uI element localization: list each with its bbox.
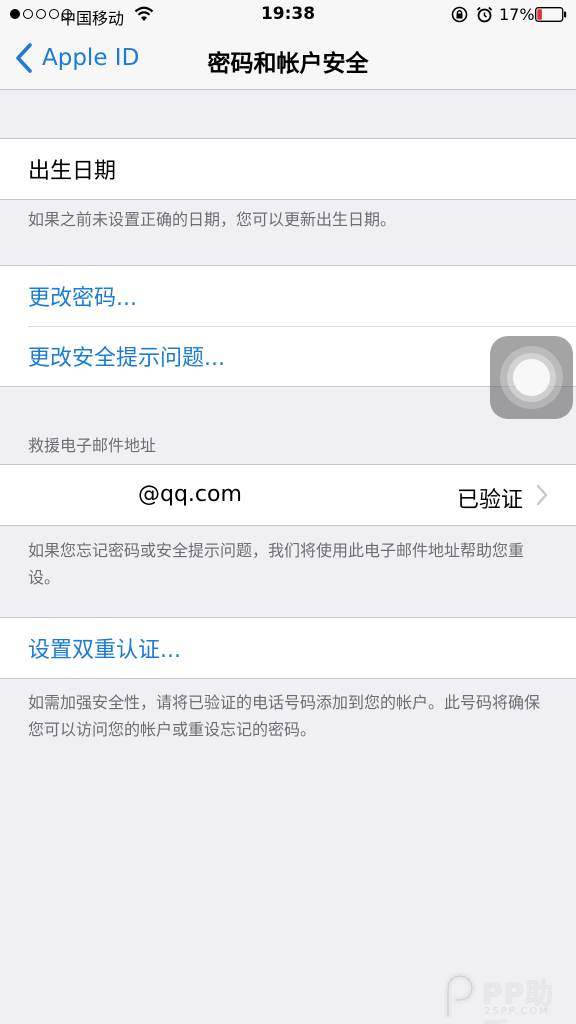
two-factor-footer: 如需加强安全性，请将已验证的电话号码添加到您的帐户。此号码将确保您可以访问您的帐… [28, 693, 541, 739]
pp-logo-icon [444, 972, 476, 1018]
chevron-right-icon [536, 484, 548, 506]
verified-status: 已验证 [456, 488, 523, 513]
rescue-email-cell[interactable]: @qq.com 已验证 [0, 465, 576, 525]
birthday-group: 出生日期 [0, 138, 576, 200]
watermark-site: 25PP.COM [484, 1006, 550, 1017]
birthday-cell[interactable]: 出生日期 [0, 139, 576, 199]
screen: 中国移动 19:38 17% Apple ID 密码和帐户安全 出生日期 如果之… [0, 0, 576, 1024]
top-bar: 中国移动 19:38 17% Apple ID 密码和帐户安全 [0, 0, 576, 90]
rescue-email-footer: 如果您忘记密码或安全提示问题，我们将使用此电子邮件地址帮助您重设。 [28, 541, 525, 587]
alarm-icon [476, 6, 493, 23]
birthday-footer: 如果之前未设置正确的日期，您可以更新出生日期。 [28, 210, 397, 229]
battery-icon [535, 7, 567, 22]
rescue-email-group: @qq.com 已验证 [0, 464, 576, 526]
setup-two-factor-button[interactable]: 设置双重认证... [0, 618, 576, 678]
navigation-bar: Apple ID 密码和帐户安全 [0, 30, 576, 90]
rescue-email-header: 救援电子邮件地址 [28, 436, 157, 455]
rescue-email-value: @qq.com [138, 482, 242, 507]
assistive-touch-button[interactable] [490, 336, 573, 419]
watermark: PP助手 25PP.COM [440, 968, 570, 1024]
rotation-lock-icon [451, 6, 468, 23]
page-title: 密码和帐户安全 [207, 51, 369, 77]
change-password-button[interactable]: 更改密码... [0, 266, 576, 326]
setup-two-factor-label: 设置双重认证... [28, 638, 181, 663]
change-password-label: 更改密码... [28, 286, 137, 311]
battery-percent: 17% [499, 5, 535, 24]
two-factor-group: 设置双重认证... [0, 617, 576, 679]
status-bar: 中国移动 19:38 17% [0, 0, 576, 30]
change-security-questions-label: 更改安全提示问题... [28, 346, 225, 371]
birthday-label: 出生日期 [28, 159, 117, 184]
